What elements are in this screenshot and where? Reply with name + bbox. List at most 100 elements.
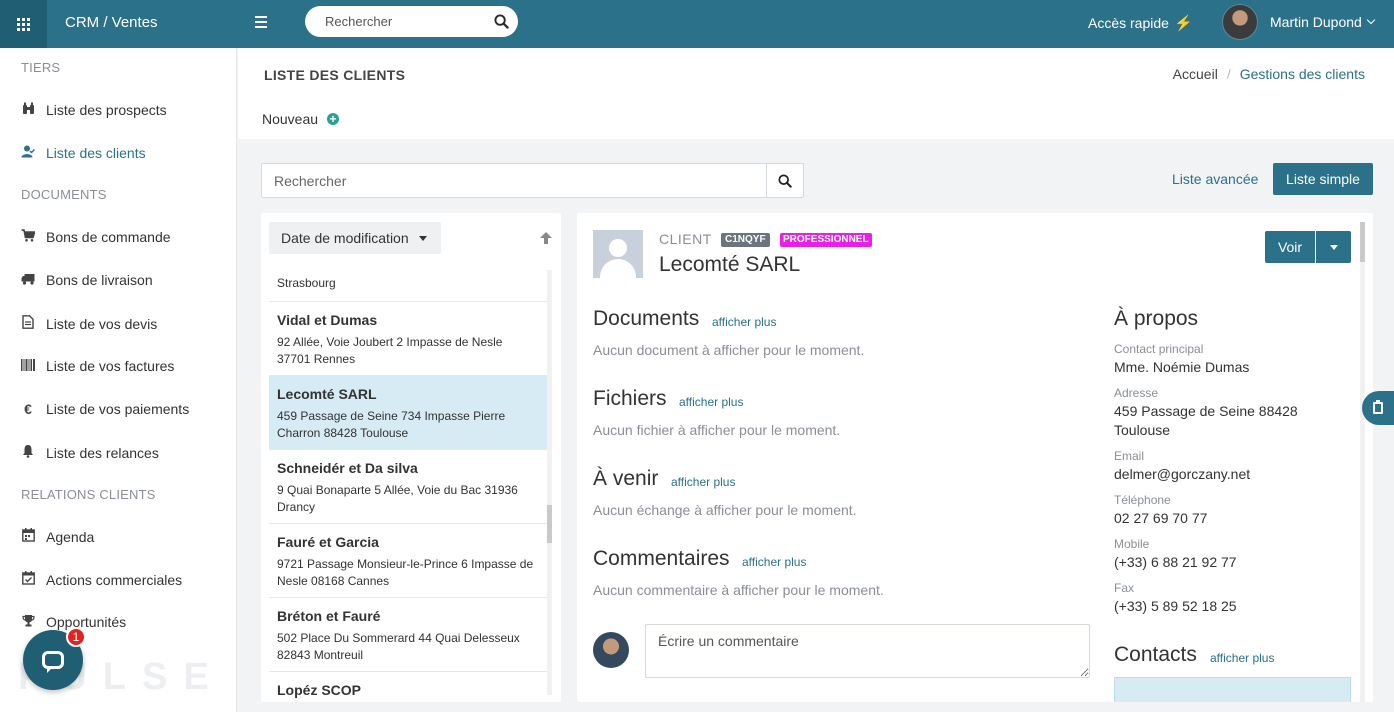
sidebar-item-label: Bons de commande	[46, 229, 171, 245]
breadcrumb-current-link[interactable]: Gestions des clients	[1240, 66, 1365, 82]
comments-title: Commentaires	[593, 547, 730, 570]
sidebar-item-deliveries[interactable]: Bons de livraison	[21, 272, 153, 288]
breadcrumb-home-link[interactable]: Accueil	[1173, 66, 1218, 82]
app-title[interactable]: CRM / Ventes	[65, 14, 158, 31]
caret-down-icon	[418, 235, 427, 241]
detail-scrollbar-thumb[interactable]	[1360, 222, 1365, 262]
apps-grid-button[interactable]	[0, 0, 47, 48]
chevron-down-icon	[1366, 15, 1376, 25]
client-list: Strasbourg Vidal et Dumas 92 Allée, Voie…	[269, 270, 547, 702]
clipboard-icon	[1373, 400, 1383, 414]
breadcrumb-separator: /	[1226, 66, 1231, 82]
upcoming-more-link[interactable]: afficher plus	[671, 475, 735, 489]
search-icon	[778, 173, 792, 188]
binoculars-icon	[21, 102, 35, 118]
address-line2: Toulouse	[1114, 422, 1171, 438]
list-item-name: Schneidér et Da silva	[277, 460, 418, 476]
sort-dropdown[interactable]: Date de modification	[269, 222, 441, 254]
list-item[interactable]: Fauré et Garcia 9721 Passage Monsieur-le…	[269, 524, 547, 598]
sidebar-item-prospects[interactable]: Liste des prospects	[21, 102, 167, 118]
quick-access-button[interactable]: Accès rapide ⚡	[1088, 14, 1193, 32]
view-button[interactable]: Voir	[1265, 231, 1315, 263]
list-item-address: 9 Quai Bonaparte 5 Allée, Voie du Bac 31…	[277, 483, 518, 514]
files-more-link[interactable]: afficher plus	[679, 395, 743, 409]
breadcrumb: Accueil / Gestions des clients	[1173, 66, 1365, 82]
list-item-selected[interactable]: Lecomté SARL 459 Passage de Seine 734 Im…	[269, 376, 547, 450]
new-client-label: Nouveau	[262, 111, 319, 127]
sidebar-item-agenda[interactable]: Agenda	[21, 528, 94, 545]
global-search-input[interactable]	[305, 6, 485, 37]
sidebar-section-relations: RELATIONS CLIENTS	[21, 487, 156, 502]
client-type-label: CLIENT	[659, 231, 712, 247]
chat-notification-badge: 1	[66, 627, 86, 647]
contacts-list-item[interactable]	[1114, 677, 1351, 702]
menu-toggle-icon[interactable]	[255, 16, 267, 28]
sidebar-item-invoices[interactable]: Liste de vos factures	[21, 358, 174, 374]
comments-more-link[interactable]: afficher plus	[742, 555, 806, 569]
contacts-more-link[interactable]: afficher plus	[1210, 651, 1274, 665]
list-item-name: Lecomté SARL	[277, 386, 377, 402]
clipboard-side-tab[interactable]	[1362, 391, 1394, 425]
client-detail-panel: CLIENT C1NQYF PROFESSIONNEL Lecomté SARL…	[577, 213, 1373, 702]
comment-input[interactable]	[645, 624, 1090, 678]
documents-more-link[interactable]: afficher plus	[712, 315, 776, 329]
list-scrollbar[interactable]	[547, 270, 552, 695]
quick-access-label: Accès rapide	[1088, 15, 1169, 31]
client-search-button[interactable]	[766, 164, 803, 197]
sidebar-item-payments[interactable]: € Liste de vos paiements	[21, 401, 189, 417]
view-dropdown-toggle[interactable]	[1316, 231, 1351, 263]
upcoming-empty-text: Aucun échange à afficher pour le moment.	[593, 502, 857, 518]
sidebar-item-label: Liste de vos paiements	[46, 401, 190, 417]
mobile-value[interactable]: (+33) 6 88 21 92 77	[1114, 553, 1237, 572]
caret-down-icon	[1329, 244, 1338, 250]
sidebar-item-label: Liste des clients	[46, 145, 146, 161]
list-item-address: 9721 Passage Monsieur-le-Prince 6 Impass…	[277, 557, 534, 588]
sidebar-section-tiers: TIERS	[21, 60, 61, 75]
calendar-icon	[21, 528, 35, 545]
contacts-title: Contacts	[1114, 643, 1197, 666]
list-item-name: Lopéz SCOP	[277, 682, 362, 698]
sidebar-item-clients[interactable]: Liste des clients	[21, 145, 146, 161]
files-title: Fichiers	[593, 387, 667, 410]
client-search-input[interactable]	[262, 164, 767, 197]
advanced-list-link[interactable]: Liste avancée	[1172, 171, 1258, 187]
detail-scrollbar[interactable]	[1360, 222, 1365, 702]
sidebar-item-reminders[interactable]: Liste des relances	[21, 444, 159, 461]
trophy-icon	[21, 614, 35, 630]
list-item-address: Strasbourg	[277, 276, 336, 290]
list-item-name: Vidal et Dumas	[277, 312, 378, 328]
contact-label: Contact principal	[1114, 342, 1204, 356]
list-item[interactable]: Lopéz SCOP	[269, 672, 547, 702]
list-item[interactable]: Schneidér et Da silva 9 Quai Bonaparte 5…	[269, 450, 547, 524]
new-client-button[interactable]: Nouveau +	[262, 111, 340, 127]
barcode-icon	[21, 358, 35, 374]
search-icon[interactable]	[494, 14, 509, 29]
sidebar-item-commercial-actions[interactable]: Actions commerciales	[21, 571, 182, 588]
list-item[interactable]: Bréton et Fauré 502 Place Du Sommerard 4…	[269, 598, 547, 672]
sidebar-item-label: Bons de livraison	[46, 272, 153, 288]
email-label: Email	[1114, 449, 1145, 463]
sidebar-item-orders[interactable]: Bons de commande	[21, 229, 171, 245]
fax-value: (+33) 5 89 52 18 25	[1114, 598, 1237, 614]
professional-badge: PROFESSIONNEL	[780, 233, 872, 247]
comments-empty-text: Aucun commentaire à afficher pour le mom…	[593, 582, 884, 598]
phone-value[interactable]: 02 27 69 70 77	[1114, 509, 1207, 528]
email-value[interactable]: delmer@gorczany.net	[1114, 465, 1250, 484]
simple-list-button[interactable]: Liste simple	[1273, 163, 1373, 195]
upcoming-title: À venir	[593, 467, 659, 490]
list-scrollbar-thumb[interactable]	[547, 505, 552, 543]
sidebar: TIERS Liste des prospects Liste des clie…	[0, 48, 237, 712]
fax-label: Fax	[1114, 581, 1135, 595]
user-avatar	[1222, 4, 1258, 40]
contact-value: Mme. Noémie Dumas	[1114, 359, 1250, 375]
list-item[interactable]: Strasbourg	[269, 270, 547, 302]
user-menu[interactable]: Martin Dupond	[1222, 4, 1376, 40]
sidebar-item-quotes[interactable]: Liste de vos devis	[21, 315, 157, 332]
client-list-panel: Date de modification Strasbourg Vidal et…	[261, 213, 561, 702]
list-item[interactable]: Vidal et Dumas 92 Allée, Voie Joubert 2 …	[269, 302, 547, 376]
phone-label: Téléphone	[1114, 493, 1171, 507]
page-header: LISTE DES CLIENTS Accueil / Gestions des…	[238, 48, 1394, 139]
list-item-address: 459 Passage de Seine 734 Impasse Pierre …	[277, 409, 506, 440]
sort-direction-arrow-up-icon[interactable]	[539, 231, 553, 245]
sidebar-item-label: Agenda	[46, 528, 95, 545]
